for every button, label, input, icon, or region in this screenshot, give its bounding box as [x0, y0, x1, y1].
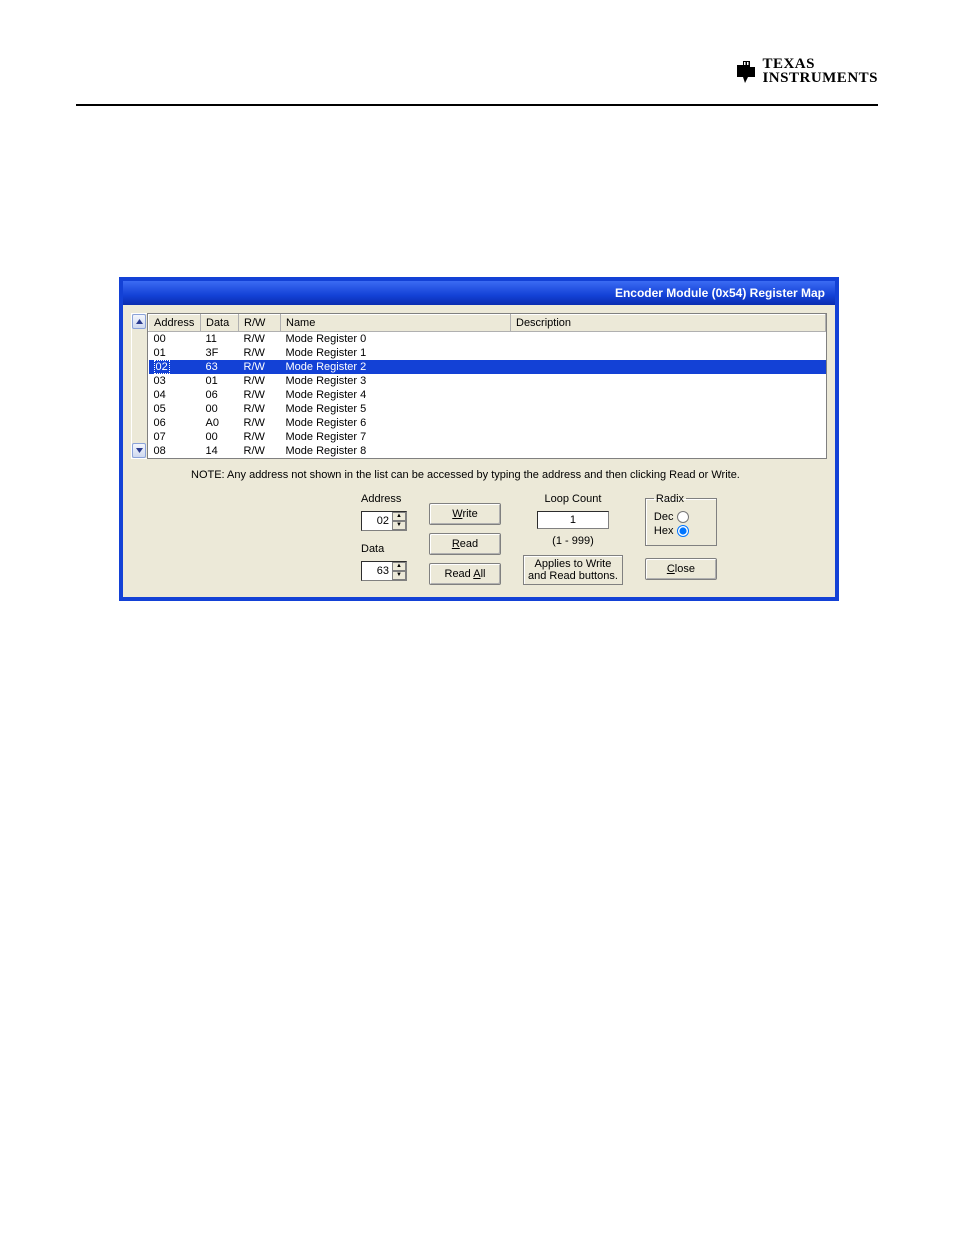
table-row[interactable]: 0700R/WMode Register 7 [149, 430, 826, 444]
titlebar[interactable]: Encoder Module (0x54) Register Map [123, 281, 835, 305]
cell-address: 02 [149, 360, 201, 374]
address-input[interactable] [362, 512, 392, 530]
chevron-up-icon [136, 319, 143, 324]
col-data[interactable]: Data [201, 315, 239, 332]
cell-description [511, 346, 826, 360]
cell-address: 00 [149, 332, 201, 346]
table-row[interactable]: 0263R/WMode Register 2 [149, 360, 826, 374]
cell-rw: R/W [239, 360, 281, 374]
cell-address: 04 [149, 388, 201, 402]
cell-data: 01 [201, 374, 239, 388]
cell-description [511, 430, 826, 444]
radix-legend: Radix [654, 493, 686, 505]
cell-data: 06 [201, 388, 239, 402]
cell-data: 14 [201, 444, 239, 458]
cell-description [511, 416, 826, 430]
note-text: NOTE: Any address not shown in the list … [131, 469, 827, 481]
scroll-down-button[interactable] [132, 443, 146, 458]
cell-rw: R/W [239, 402, 281, 416]
cell-name: Mode Register 5 [281, 402, 511, 416]
cell-data: 00 [201, 430, 239, 444]
cell-data: 63 [201, 360, 239, 374]
brand-logo: TEXAS INSTRUMENTS [734, 58, 878, 85]
cell-address: 01 [149, 346, 201, 360]
cell-data: 00 [201, 402, 239, 416]
scroll-track[interactable] [132, 329, 147, 443]
table-row[interactable]: 013FR/WMode Register 1 [149, 346, 826, 360]
cell-name: Mode Register 0 [281, 332, 511, 346]
table-row[interactable]: 0406R/WMode Register 4 [149, 388, 826, 402]
cell-description [511, 360, 826, 374]
write-button[interactable]: Write [429, 503, 501, 525]
register-listview[interactable]: Address Data R/W Name Description 0011R/… [147, 313, 827, 459]
cell-description [511, 388, 826, 402]
data-label: Data [361, 543, 407, 555]
cell-name: Mode Register 7 [281, 430, 511, 444]
cell-description [511, 444, 826, 458]
radix-hex-option[interactable]: Hex [654, 525, 706, 537]
data-spin-up[interactable]: ▲ [392, 562, 406, 571]
cell-address: 03 [149, 374, 201, 388]
table-row[interactable]: 0011R/WMode Register 0 [149, 332, 826, 346]
cell-description [511, 332, 826, 346]
radix-group: Radix Dec Hex [645, 493, 717, 546]
data-spin-down[interactable]: ▼ [392, 571, 406, 580]
column-header-row[interactable]: Address Data R/W Name Description [149, 315, 826, 332]
data-input[interactable] [362, 562, 392, 580]
address-spinner[interactable]: ▲ ▼ [361, 511, 407, 531]
col-name[interactable]: Name [281, 315, 511, 332]
loop-count-label: Loop Count [545, 493, 602, 505]
register-map-dialog: Encoder Module (0x54) Register Map [120, 278, 838, 600]
address-label: Address [361, 493, 407, 505]
ti-chip-icon [734, 59, 758, 85]
cell-address: 06 [149, 416, 201, 430]
close-button[interactable]: Close [645, 558, 717, 580]
cell-name: Mode Register 2 [281, 360, 511, 374]
table-row[interactable]: 06A0R/WMode Register 6 [149, 416, 826, 430]
cell-rw: R/W [239, 346, 281, 360]
loop-applies-note: Applies to Write and Read buttons. [523, 555, 623, 585]
header-rule [76, 104, 878, 106]
cell-name: Mode Register 1 [281, 346, 511, 360]
table-row[interactable]: 0301R/WMode Register 3 [149, 374, 826, 388]
cell-rw: R/W [239, 444, 281, 458]
col-description[interactable]: Description [511, 315, 826, 332]
table-row[interactable]: 0500R/WMode Register 5 [149, 402, 826, 416]
window-title: Encoder Module (0x54) Register Map [615, 286, 825, 300]
read-button[interactable]: Read [429, 533, 501, 555]
scroll-up-button[interactable] [132, 314, 146, 329]
radix-dec-option[interactable]: Dec [654, 511, 706, 523]
cell-rw: R/W [239, 388, 281, 402]
cell-data: 3F [201, 346, 239, 360]
cell-address: 05 [149, 402, 201, 416]
cell-rw: R/W [239, 430, 281, 444]
cell-description [511, 374, 826, 388]
vertical-scrollbar[interactable] [131, 313, 147, 459]
col-rw[interactable]: R/W [239, 315, 281, 332]
address-spin-down[interactable]: ▼ [392, 521, 406, 530]
cell-description [511, 402, 826, 416]
col-address[interactable]: Address [149, 315, 201, 332]
data-spinner[interactable]: ▲ ▼ [361, 561, 407, 581]
chevron-down-icon [136, 448, 143, 453]
read-all-button[interactable]: Read All [429, 563, 501, 585]
radix-hex-radio[interactable] [677, 525, 689, 537]
radix-dec-radio[interactable] [677, 511, 689, 523]
loop-range: (1 - 999) [552, 535, 594, 547]
cell-address: 07 [149, 430, 201, 444]
cell-name: Mode Register 4 [281, 388, 511, 402]
cell-name: Mode Register 3 [281, 374, 511, 388]
cell-rw: R/W [239, 374, 281, 388]
cell-rw: R/W [239, 416, 281, 430]
cell-name: Mode Register 6 [281, 416, 511, 430]
table-row[interactable]: 0814R/WMode Register 8 [149, 444, 826, 458]
cell-name: Mode Register 8 [281, 444, 511, 458]
cell-rw: R/W [239, 332, 281, 346]
cell-address: 08 [149, 444, 201, 458]
address-spin-up[interactable]: ▲ [392, 512, 406, 521]
loop-count-input[interactable] [537, 511, 609, 529]
logo-line2: INSTRUMENTS [762, 70, 878, 86]
cell-data: A0 [201, 416, 239, 430]
cell-data: 11 [201, 332, 239, 346]
